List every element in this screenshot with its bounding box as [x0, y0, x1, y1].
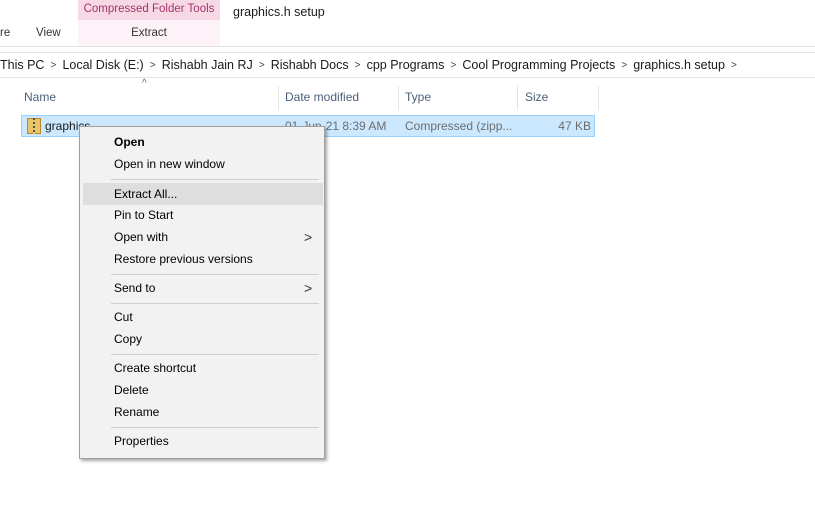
- file-type: Compressed (zipp...: [405, 119, 513, 133]
- crumb-graphics-h-setup[interactable]: graphics.h setup >: [633, 58, 743, 72]
- column-divider[interactable]: [398, 86, 399, 110]
- column-divider[interactable]: [278, 86, 279, 110]
- menu-item-copy[interactable]: Copy: [114, 329, 142, 349]
- menu-item-create-shortcut[interactable]: Create shortcut: [114, 358, 196, 378]
- chevron-right-icon[interactable]: >: [144, 60, 162, 71]
- chevron-right-icon[interactable]: >: [615, 60, 633, 71]
- crumb-rishabh-jain-rj[interactable]: Rishabh Jain RJ >: [162, 58, 271, 72]
- menu-item-delete[interactable]: Delete: [114, 380, 149, 400]
- crumb-cool-programming-projects[interactable]: Cool Programming Projects >: [462, 58, 633, 72]
- menu-item-cut[interactable]: Cut: [114, 307, 133, 327]
- menu-item-properties[interactable]: Properties: [114, 431, 169, 451]
- chevron-right-icon[interactable]: >: [444, 60, 462, 71]
- chevron-right-icon[interactable]: >: [349, 60, 367, 71]
- menu-separator: [111, 179, 319, 180]
- crumb-cpp-programs[interactable]: cpp Programs >: [367, 58, 463, 72]
- crumb-local-disk[interactable]: Local Disk (E:) >: [62, 58, 161, 72]
- column-divider[interactable]: [517, 86, 518, 110]
- tab-share[interactable]: re: [0, 20, 10, 46]
- menu-item-rename[interactable]: Rename: [114, 402, 159, 422]
- chevron-right-icon[interactable]: >: [253, 60, 271, 71]
- menu-item-restore-previous-versions[interactable]: Restore previous versions: [114, 249, 253, 269]
- file-size: 47 KB: [558, 119, 591, 133]
- menu-separator: [111, 427, 319, 428]
- zip-stripe: [33, 118, 35, 134]
- breadcrumb[interactable]: This PC > Local Disk (E:) > Rishabh Jain R…: [0, 52, 815, 78]
- window-title: graphics.h setup: [233, 5, 325, 19]
- tab-extract[interactable]: Extract: [78, 20, 220, 46]
- chevron-right-icon: >: [304, 280, 313, 296]
- column-header-name[interactable]: Name: [24, 86, 56, 110]
- chevron-right-icon[interactable]: >: [725, 60, 743, 71]
- menu-item-extract-all[interactable]: Extract All...: [114, 184, 177, 204]
- crumb-rishabh-docs[interactable]: Rishabh Docs >: [271, 58, 367, 72]
- chevron-right-icon[interactable]: >: [44, 60, 62, 71]
- sort-ascending-icon: ^: [142, 78, 147, 89]
- menu-separator: [111, 274, 319, 275]
- menu-separator: [111, 354, 319, 355]
- menu-item-open-with[interactable]: Open with: [114, 227, 168, 247]
- column-header-size[interactable]: Size: [525, 86, 548, 110]
- menu-separator: [111, 303, 319, 304]
- menu-item-pin-to-start[interactable]: Pin to Start: [114, 205, 173, 225]
- crumb-this-pc[interactable]: This PC >: [0, 58, 62, 72]
- column-divider[interactable]: [598, 86, 599, 110]
- menu-item-open[interactable]: Open: [114, 132, 145, 152]
- column-header-date-modified[interactable]: Date modified: [285, 86, 359, 110]
- tab-view[interactable]: View: [36, 20, 61, 46]
- menu-item-send-to[interactable]: Send to: [114, 278, 155, 298]
- compressed-folder-tools-title: Compressed Folder Tools: [78, 0, 220, 20]
- menu-item-open-in-new-window[interactable]: Open in new window: [114, 154, 225, 174]
- column-header-type[interactable]: Type: [405, 86, 431, 110]
- ribbon-divider: [0, 46, 815, 47]
- chevron-right-icon: >: [304, 229, 313, 245]
